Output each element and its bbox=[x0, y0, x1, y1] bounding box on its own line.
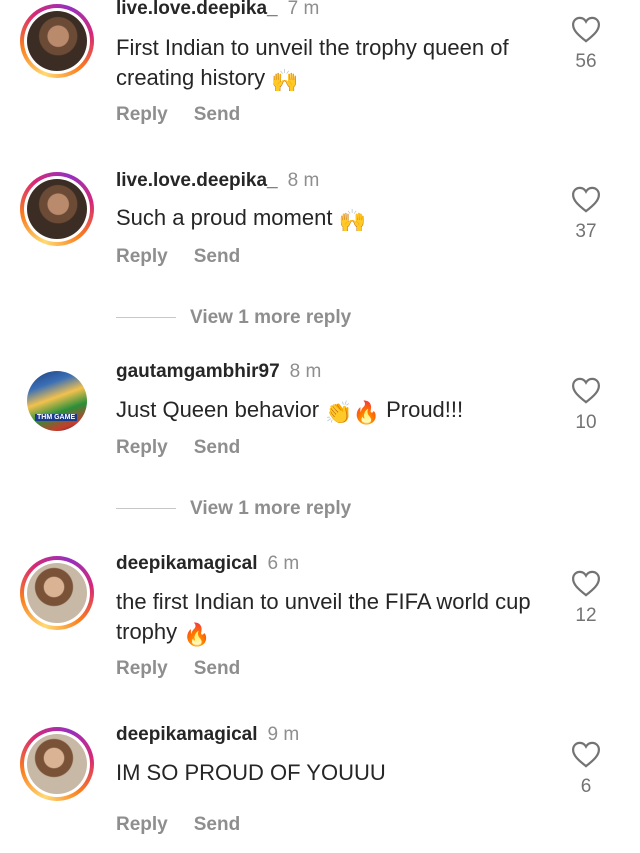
view-more-label[interactable]: View 1 more reply bbox=[190, 307, 351, 328]
comment-time: 8 m bbox=[289, 361, 322, 382]
comment-actions: Reply Send bbox=[116, 814, 266, 836]
avatar-photo bbox=[27, 563, 87, 623]
avatar-photo bbox=[27, 734, 87, 794]
reply-button[interactable]: Reply bbox=[116, 104, 168, 125]
comment-body: Just Queen behavior bbox=[116, 397, 320, 422]
comment-body: IM SO PROUD OF YOUUU bbox=[116, 760, 386, 785]
comment-time: 9 m bbox=[267, 724, 300, 745]
comment-username[interactable]: live.love.deepika_ 7 m bbox=[116, 0, 319, 20]
avatar-photo: THM GAME bbox=[27, 371, 87, 431]
avatar-photo-overlay: THM GAME bbox=[35, 414, 78, 421]
comment-body-end: Proud!!! bbox=[386, 397, 464, 422]
username-text[interactable]: live.love.deepika_ bbox=[116, 0, 278, 19]
clapping-fire-emoji: 👏🔥 bbox=[325, 400, 380, 425]
fire-emoji: 🔥 bbox=[183, 622, 211, 647]
like-button[interactable]: 56 bbox=[568, 16, 604, 73]
comment-text: Such a proud moment 🙌 bbox=[116, 203, 546, 236]
comment-actions: Reply Send bbox=[116, 658, 266, 680]
avatar-photo bbox=[27, 11, 87, 71]
comment-username[interactable]: gautamgambhir97 8 m bbox=[116, 361, 321, 383]
comment-time: 8 m bbox=[287, 170, 320, 191]
divider-line bbox=[116, 508, 176, 510]
send-button[interactable]: Send bbox=[194, 437, 240, 458]
send-button[interactable]: Send bbox=[194, 814, 240, 835]
like-button[interactable]: 37 bbox=[568, 186, 604, 243]
comment-time: 6 m bbox=[267, 553, 300, 574]
comment-time: 7 m bbox=[287, 0, 320, 19]
reply-button[interactable]: Reply bbox=[116, 437, 168, 458]
reply-button[interactable]: Reply bbox=[116, 814, 168, 835]
comment-text: Just Queen behavior 👏🔥 Proud!!! bbox=[116, 395, 546, 428]
like-count: 56 bbox=[575, 51, 597, 72]
like-button[interactable]: 12 bbox=[568, 570, 604, 627]
comment-actions: Reply Send bbox=[116, 246, 266, 268]
comment-actions: Reply Send bbox=[116, 104, 266, 126]
heart-outline-icon[interactable] bbox=[571, 741, 601, 768]
reply-button[interactable]: Reply bbox=[116, 246, 168, 267]
send-button[interactable]: Send bbox=[194, 246, 240, 267]
reply-button[interactable]: Reply bbox=[116, 658, 168, 679]
raising-hands-emoji: 🙌 bbox=[338, 208, 366, 233]
comment-username[interactable]: deepikamagical 9 m bbox=[116, 724, 299, 746]
username-text[interactable]: gautamgambhir97 bbox=[116, 361, 280, 382]
heart-outline-icon[interactable] bbox=[571, 186, 601, 213]
like-count: 12 bbox=[575, 605, 597, 626]
view-more-label[interactable]: View 1 more reply bbox=[190, 498, 351, 519]
send-button[interactable]: Send bbox=[194, 658, 240, 679]
avatar[interactable] bbox=[20, 4, 94, 78]
send-button[interactable]: Send bbox=[194, 104, 240, 125]
username-text[interactable]: deepikamagical bbox=[116, 553, 258, 574]
comment-actions: Reply Send bbox=[116, 437, 266, 459]
like-button[interactable]: 10 bbox=[568, 377, 604, 434]
heart-outline-icon[interactable] bbox=[571, 570, 601, 597]
comment-username[interactable]: deepikamagical 6 m bbox=[116, 553, 299, 575]
username-text[interactable]: deepikamagical bbox=[116, 724, 258, 745]
avatar[interactable]: THM GAME bbox=[20, 364, 94, 438]
comment-body: the first Indian to unveil the FIFA worl… bbox=[116, 589, 531, 644]
like-count: 10 bbox=[575, 412, 597, 433]
comment-text: IM SO PROUD OF YOUUU bbox=[116, 758, 546, 788]
avatar[interactable] bbox=[20, 172, 94, 246]
view-more-replies[interactable]: View 1 more reply bbox=[116, 498, 351, 520]
like-count: 6 bbox=[580, 776, 592, 797]
comment-text: the first Indian to unveil the FIFA worl… bbox=[116, 587, 546, 650]
heart-outline-icon[interactable] bbox=[571, 16, 601, 43]
comment-body: First Indian to unveil the trophy queen … bbox=[116, 35, 509, 90]
view-more-replies[interactable]: View 1 more reply bbox=[116, 307, 351, 329]
avatar-photo bbox=[27, 179, 87, 239]
comment-text: First Indian to unveil the trophy queen … bbox=[116, 33, 546, 96]
like-count: 37 bbox=[575, 221, 597, 242]
like-button[interactable]: 6 bbox=[568, 741, 604, 798]
avatar[interactable] bbox=[20, 727, 94, 801]
comment-body: Such a proud moment bbox=[116, 205, 333, 230]
divider-line bbox=[116, 317, 176, 319]
heart-outline-icon[interactable] bbox=[571, 377, 601, 404]
username-text[interactable]: live.love.deepika_ bbox=[116, 170, 278, 191]
comment-username[interactable]: live.love.deepika_ 8 m bbox=[116, 170, 319, 192]
avatar[interactable] bbox=[20, 556, 94, 630]
raising-hands-emoji: 🙌 bbox=[271, 68, 299, 93]
